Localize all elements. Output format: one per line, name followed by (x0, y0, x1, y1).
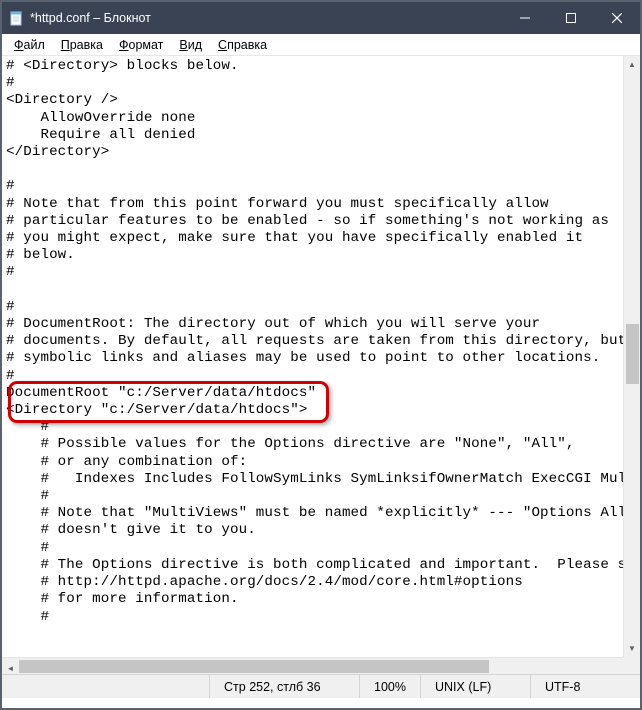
menu-format[interactable]: Формат (111, 36, 171, 54)
status-cursor-position: Стр 252, стлб 36 (209, 675, 359, 698)
notepad-icon (8, 10, 24, 26)
titlebar: *httpd.conf – Блокнот (2, 2, 640, 34)
menu-file[interactable]: Файл (6, 36, 53, 54)
status-zoom: 100% (359, 675, 420, 698)
status-encoding: UTF-8 (530, 675, 640, 698)
scroll-left-icon[interactable]: ◄ (2, 660, 19, 674)
menubar: Файл Правка Формат Вид Справка (2, 34, 640, 56)
scroll-thumb-horizontal[interactable] (19, 660, 489, 673)
window-controls (502, 2, 640, 34)
scroll-down-icon[interactable]: ▼ (624, 640, 640, 657)
menu-help[interactable]: Справка (210, 36, 275, 54)
maximize-button[interactable] (548, 2, 594, 34)
window-title: *httpd.conf – Блокнот (30, 11, 502, 25)
minimize-button[interactable] (502, 2, 548, 34)
scroll-corner (623, 657, 640, 674)
scroll-thumb-vertical[interactable] (626, 324, 639, 384)
statusbar: Стр 252, стлб 36 100% UNIX (LF) UTF-8 (2, 674, 640, 698)
menu-edit[interactable]: Правка (53, 36, 111, 54)
horizontal-scrollbar[interactable]: ◄ ► (2, 657, 623, 674)
editor-container: # <Directory> blocks below. # <Directory… (2, 56, 640, 674)
menu-view[interactable]: Вид (171, 36, 210, 54)
status-line-ending: UNIX (LF) (420, 675, 530, 698)
close-button[interactable] (594, 2, 640, 34)
text-editor[interactable]: # <Directory> blocks below. # <Directory… (2, 56, 640, 628)
scroll-up-icon[interactable]: ▲ (624, 56, 640, 73)
vertical-scrollbar[interactable]: ▲ ▼ (623, 56, 640, 657)
